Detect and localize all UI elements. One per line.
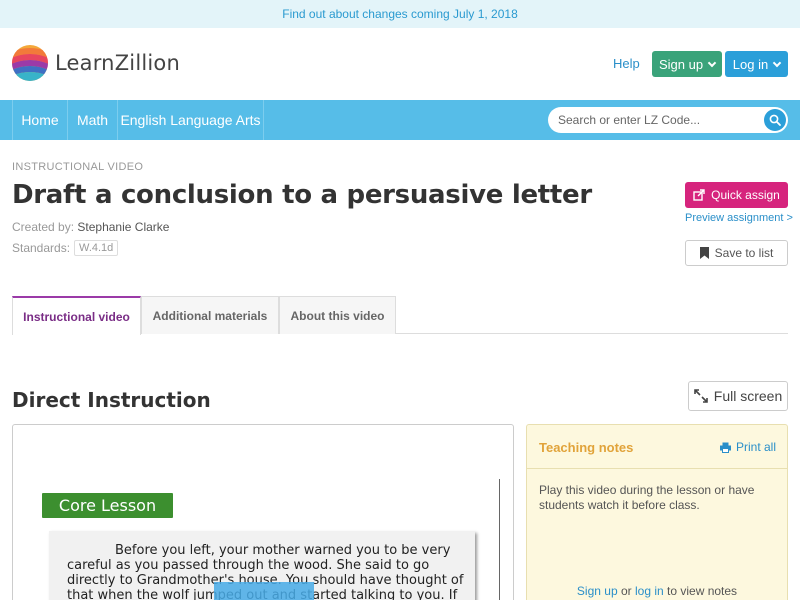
video-divider <box>499 479 500 600</box>
standards-label: Standards: <box>12 241 71 255</box>
nav-item-home[interactable]: Home <box>12 100 67 140</box>
full-screen-button[interactable]: Full screen <box>688 381 788 411</box>
notes-suffix: to view notes <box>667 584 738 598</box>
announcement-link[interactable]: Find out about changes coming July 1, 20… <box>282 7 518 21</box>
share-icon <box>693 189 705 201</box>
logo-text: LearnZillion <box>55 51 180 75</box>
teaching-notes-panel: Teaching notes Print all Play this video… <box>526 424 788 600</box>
core-lesson-badge: Core Lesson <box>42 493 173 518</box>
bookmark-icon <box>699 247 709 259</box>
full-screen-label: Full screen <box>713 388 783 404</box>
page-title: Draft a conclusion to a persuasive lette… <box>12 180 592 210</box>
search-icon <box>769 114 781 126</box>
notes-signup-link[interactable]: Sign up <box>577 584 618 598</box>
tab-additional-materials[interactable]: Additional materials <box>141 296 279 334</box>
preview-assignment-link[interactable]: Preview assignment > <box>685 212 793 224</box>
save-to-list-button[interactable]: Save to list <box>685 240 788 266</box>
video-player[interactable]: Core Lesson Before you left, your mother… <box>12 424 514 600</box>
video-highlight <box>214 582 314 600</box>
login-label: Log in <box>732 56 769 72</box>
created-by: Created by: Stephanie Clarke <box>12 220 169 234</box>
print-icon <box>720 442 731 453</box>
signup-button[interactable]: Sign up <box>652 51 722 77</box>
quick-assign-button[interactable]: Quick assign <box>685 182 788 208</box>
nav-item-english-language-arts[interactable]: English Language Arts <box>117 100 264 140</box>
section-title: Direct Instruction <box>12 388 211 412</box>
standards: Standards: W.4.1d <box>12 240 119 256</box>
save-to-list-label: Save to list <box>714 246 774 260</box>
signup-label: Sign up <box>658 56 704 72</box>
created-by-label: Created by: <box>12 220 75 234</box>
notes-title: Teaching notes <box>539 440 634 455</box>
chevron-down-icon <box>772 58 782 67</box>
chevron-down-icon <box>707 58 717 67</box>
notes-login-link[interactable]: log in <box>635 584 664 598</box>
notes-header: Teaching notes Print all <box>527 425 787 469</box>
notes-body: Play this video during the lesson or hav… <box>539 483 755 512</box>
search-input[interactable] <box>558 111 758 129</box>
print-all-label: Print all <box>736 440 777 454</box>
quick-assign-label: Quick assign <box>711 188 780 202</box>
notes-or: or <box>620 584 632 598</box>
nav-item-math[interactable]: Math <box>67 100 117 140</box>
standard-badge[interactable]: W.4.1d <box>74 240 119 256</box>
login-button[interactable]: Log in <box>725 51 788 77</box>
print-all-button[interactable]: Print all <box>720 440 776 454</box>
help-link[interactable]: Help <box>613 56 640 71</box>
site-header: LearnZillion Help Sign up Log in <box>0 28 800 100</box>
expand-icon <box>693 389 708 403</box>
notes-login-prompt: Sign up or log in to view notes <box>527 584 787 598</box>
logo-icon <box>12 45 48 81</box>
logo[interactable]: LearnZillion <box>11 44 180 82</box>
search-button[interactable] <box>764 109 786 131</box>
content-type-label: INSTRUCTIONAL VIDEO <box>12 161 144 173</box>
tab-about-this-video[interactable]: About this video <box>279 296 396 334</box>
search-box <box>548 107 788 133</box>
tab-instructional-video[interactable]: Instructional video <box>12 296 141 335</box>
announcement-banner: Find out about changes coming July 1, 20… <box>0 0 800 28</box>
lesson-tabs: Instructional video Additional materials… <box>12 296 788 335</box>
author-link[interactable]: Stephanie Clarke <box>77 220 169 234</box>
